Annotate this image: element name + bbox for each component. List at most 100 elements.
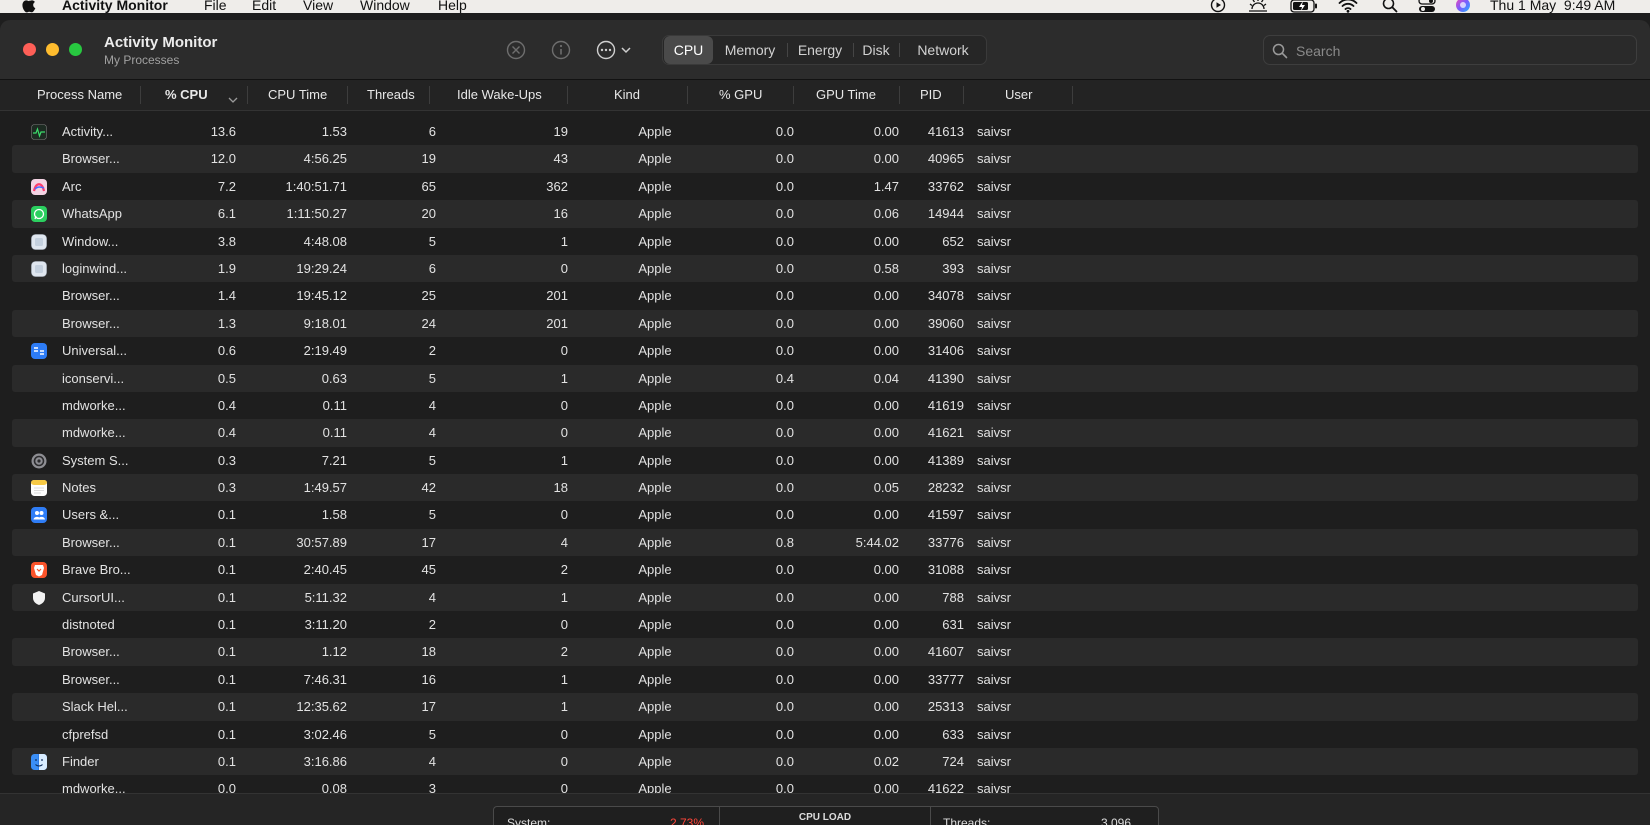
zoom-window-button[interactable] — [69, 43, 82, 56]
cpu-time-cell: 3:02.46 — [303, 726, 347, 742]
column-divider[interactable] — [687, 86, 688, 104]
tab-disk[interactable]: Disk — [854, 36, 898, 64]
idle-wakeups-cell: 16 — [553, 206, 568, 222]
table-row[interactable]: Browser... 0.1 1.12 18 2 Apple 0.0 0.00 41607 sai… — [12, 638, 1638, 666]
threads-cell: 4 — [428, 425, 436, 441]
table-row[interactable]: cfprefsd 0.1 3:02.46 5 0 Apple 0.0 0.00 633 saivs… — [12, 721, 1638, 748]
now-playing-icon[interactable] — [1210, 0, 1226, 13]
table-row[interactable]: loginwind... 1.9 19:29.24 6 0 Apple 0.0 0.58 393… — [12, 254, 1638, 283]
more-options-icon[interactable] — [596, 40, 638, 60]
column-divider[interactable] — [347, 86, 348, 104]
table-row[interactable]: Activity... 13.6 1.53 6 19 Apple 0.0 0.00 41613 s… — [12, 118, 1638, 145]
cpu-time-cell: 3:16.86 — [303, 753, 347, 769]
tab-energy[interactable]: Energy — [788, 36, 852, 64]
column-gpu-percent[interactable]: % GPU — [719, 80, 762, 110]
tab-network[interactable]: Network — [900, 36, 986, 64]
column-divider[interactable] — [429, 86, 430, 104]
column-idle-wakeups[interactable]: Idle Wake-Ups — [457, 80, 542, 110]
column-pid[interactable]: PID — [920, 80, 942, 110]
idle-wakeups-cell: 0 — [560, 726, 568, 742]
close-window-button[interactable] — [23, 43, 36, 56]
table-row[interactable]: mdworke... 0.4 0.11 4 0 Apple 0.0 0.00 41619 saiv… — [12, 392, 1638, 419]
table-row[interactable]: Browser... 0.1 7:46.31 16 1 Apple 0.0 0.00 33777… — [12, 666, 1638, 693]
cpu-time-cell: 19:45.12 — [296, 288, 347, 304]
cpu-percent-cell: 0.1 — [217, 671, 236, 687]
table-row[interactable]: Users &... 0.1 1.58 5 0 Apple 0.0 0.00 41597 saiv… — [12, 501, 1638, 528]
minimize-window-button[interactable] — [46, 43, 59, 56]
idle-wakeups-cell: 2 — [560, 644, 568, 660]
column-divider[interactable] — [1072, 86, 1073, 104]
table-row[interactable]: Browser... 1.4 19:45.12 25 201 Apple 0.0 0.00 34… — [12, 282, 1638, 309]
menu-edit[interactable]: Edit — [252, 0, 276, 13]
tab-cpu[interactable]: CPU — [664, 36, 713, 64]
sort-descending-icon[interactable] — [228, 91, 238, 103]
column-user[interactable]: User — [1005, 80, 1032, 110]
table-row[interactable]: CursorUI... 0.1 5:11.32 4 1 Apple 0.0 0.00 788 sa… — [12, 583, 1638, 612]
gpu-time-cell: 0.00 — [873, 425, 899, 441]
spotlight-search-icon[interactable] — [1382, 0, 1398, 13]
pid-cell: 633 — [942, 726, 964, 742]
user-cell: saivsr — [977, 507, 1011, 523]
column-process-name[interactable]: Process Name — [37, 80, 122, 110]
table-row[interactable]: Arc 7.2 1:40:51.71 65 362 Apple 0.0 1.47 33762 sa… — [12, 173, 1638, 200]
menu-app-name[interactable]: Activity Monitor — [62, 0, 168, 13]
table-row[interactable]: iconservi... 0.5 0.63 5 1 Apple 0.4 0.04 41390 sa… — [12, 364, 1638, 392]
table-row[interactable]: Browser... 0.1 30:57.89 17 4 Apple 0.8 5:44.02 3… — [12, 528, 1638, 557]
column-divider[interactable] — [247, 86, 248, 104]
menu-clock[interactable]: Thu 1 May 9:49 AM — [1490, 0, 1615, 13]
column-divider[interactable] — [567, 86, 568, 104]
battery-icon[interactable] — [1290, 0, 1318, 13]
gpu-percent-cell: 0.0 — [775, 397, 794, 413]
inspect-info-icon[interactable] — [551, 40, 571, 60]
brightness-icon[interactable] — [1248, 0, 1268, 13]
tab-bar: CPU Memory Energy Disk Network — [662, 35, 987, 65]
process-name-cell: Browser... — [62, 644, 120, 660]
process-name-cell: Finder — [62, 753, 99, 769]
table-row[interactable]: WhatsApp 6.1 1:11:50.27 20 16 Apple 0.0 0.06 149… — [12, 200, 1638, 228]
column-threads[interactable]: Threads — [367, 80, 415, 110]
wifi-icon[interactable] — [1338, 0, 1358, 13]
column-kind[interactable]: Kind — [614, 80, 640, 110]
column-cpu-time[interactable]: CPU Time — [268, 80, 327, 110]
stop-process-icon[interactable] — [506, 40, 526, 60]
kind-cell: Apple — [638, 753, 672, 769]
menu-help[interactable]: Help — [438, 0, 467, 13]
cpu-percent-cell: 0.1 — [217, 644, 236, 660]
search-field[interactable] — [1263, 35, 1637, 65]
user-cell: saivsr — [977, 343, 1011, 359]
process-name-cell: Slack Hel... — [62, 699, 128, 715]
menu-view[interactable]: View — [303, 0, 333, 13]
table-row[interactable]: Brave Bro... 0.1 2:40.45 45 2 Apple 0.0 0.00 310… — [12, 556, 1638, 583]
table-row[interactable]: mdworke... 0.4 0.11 4 0 Apple 0.0 0.00 41621 saiv… — [12, 419, 1638, 447]
table-row[interactable]: Browser... 1.3 9:18.01 24 201 Apple 0.0 0.00 390… — [12, 309, 1638, 338]
column-divider[interactable] — [793, 86, 794, 104]
table-row[interactable]: Window... 3.8 4:48.08 5 1 Apple 0.0 0.00 652 saiv… — [12, 228, 1638, 255]
column-gpu-time[interactable]: GPU Time — [816, 80, 876, 110]
table-row[interactable]: Finder 0.1 3:16.86 4 0 Apple 0.0 0.02 724 saivsr — [12, 747, 1638, 776]
column-cpu-percent[interactable]: % CPU — [165, 80, 208, 110]
table-row[interactable]: Universal... 0.6 2:19.49 2 0 Apple 0.0 0.00 3140… — [12, 337, 1638, 364]
search-input[interactable] — [1294, 40, 1628, 62]
process-table[interactable]: Activity... 13.6 1.53 6 19 Apple 0.0 0.00 41613 s… — [0, 118, 1650, 808]
table-row[interactable]: Slack Hel... 0.1 12:35.62 17 1 Apple 0.0 0.00 25… — [12, 693, 1638, 721]
table-row[interactable]: System S... 0.3 7.21 5 1 Apple 0.0 0.00 41389 sai… — [12, 447, 1638, 474]
table-row[interactable]: distnoted 0.1 3:11.20 2 0 Apple 0.0 0.00 631 saiv… — [12, 611, 1638, 638]
window-subtitle[interactable]: My Processes — [104, 53, 179, 67]
users-groups-icon — [31, 507, 47, 524]
control-center-icon[interactable] — [1418, 0, 1436, 13]
cpu-time-cell: 1:11:50.27 — [286, 206, 347, 222]
apple-menu-icon[interactable] — [22, 0, 36, 13]
column-divider[interactable] — [140, 86, 141, 104]
menu-window[interactable]: Window — [360, 0, 410, 13]
table-row[interactable]: Notes 0.3 1:49.57 42 18 Apple 0.0 0.05 28232 saiv… — [12, 474, 1638, 502]
universal-control-icon — [31, 343, 47, 360]
column-divider[interactable] — [963, 86, 964, 104]
pid-cell: 41390 — [927, 370, 964, 386]
siri-icon[interactable] — [1455, 0, 1471, 13]
tab-memory[interactable]: Memory — [714, 36, 786, 64]
kind-cell: Apple — [638, 425, 672, 441]
process-name-cell: Browser... — [62, 315, 120, 331]
table-row[interactable]: Browser... 12.0 4:56.25 19 43 Apple 0.0 0.00 409… — [12, 145, 1638, 173]
column-divider[interactable] — [899, 86, 900, 104]
menu-file[interactable]: File — [204, 0, 227, 13]
